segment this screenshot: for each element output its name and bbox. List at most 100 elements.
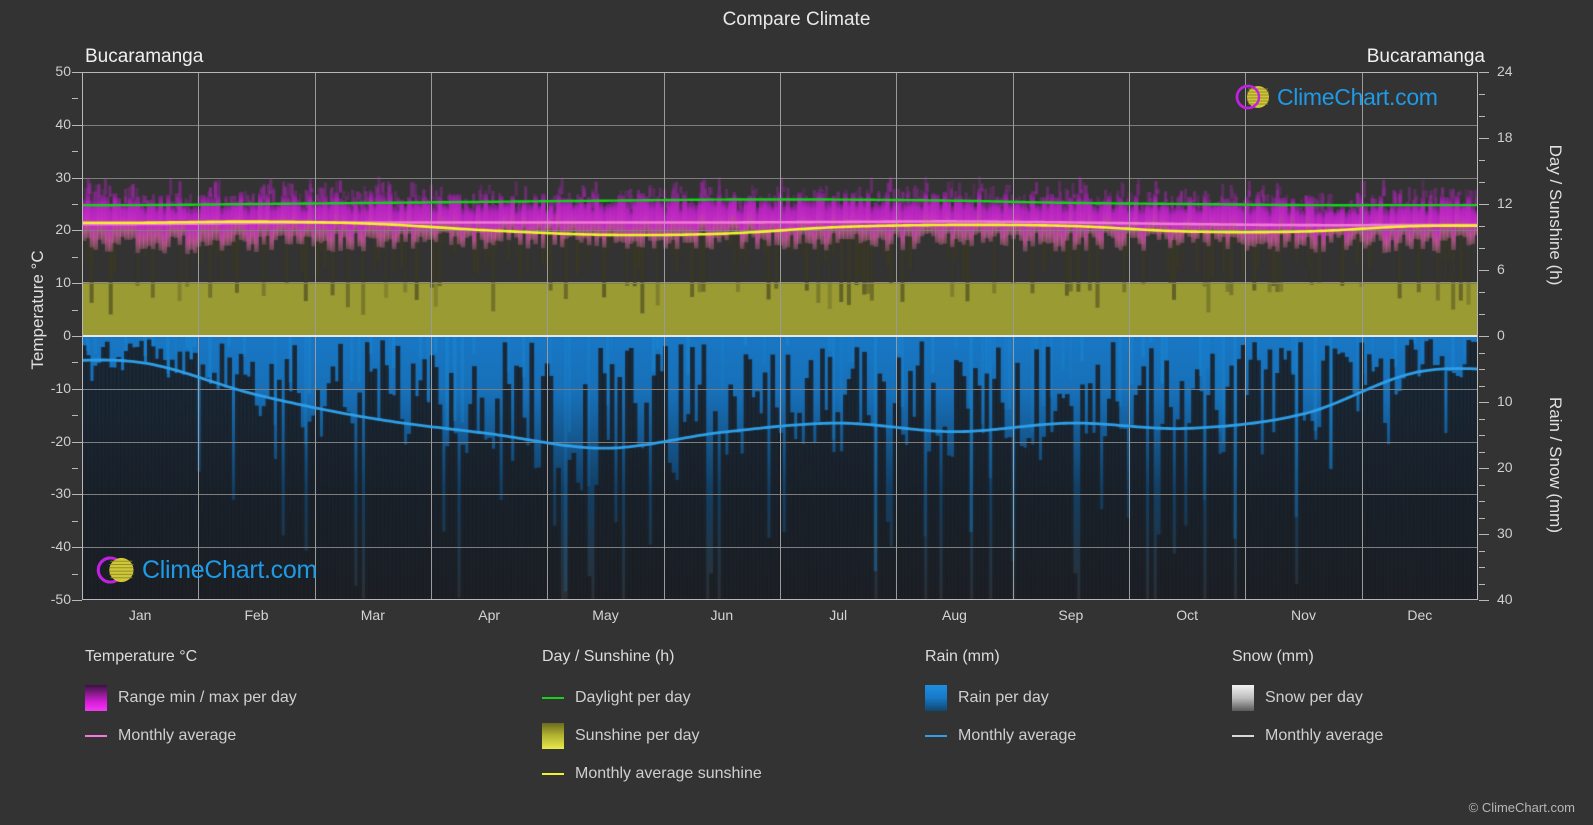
tick-mark-temperature (72, 204, 78, 205)
tick-mark-rain-snow (1479, 369, 1485, 370)
tick-mark-rain-snow (1479, 336, 1489, 337)
legend-swatch-icon (85, 685, 107, 711)
tick-mark-temperature (72, 600, 82, 601)
copyright-notice: © ClimeChart.com (1468, 800, 1575, 815)
tick-mark-temperature (72, 442, 82, 443)
tick-mark-temperature (72, 125, 82, 126)
tick-mark-day-sunshine (1479, 270, 1489, 271)
legend-group-title: Rain (mm) (925, 648, 1000, 665)
legend-item-label: Snow per day (1265, 689, 1363, 706)
tick-mark-temperature (72, 389, 82, 390)
legend-group-rain-mm: Rain (mm) Rain per day Monthly average (925, 648, 1076, 755)
series-lines (82, 72, 1478, 600)
tick-mark-day-sunshine (1479, 182, 1485, 183)
tick-label-rain-snow: 30 (1497, 525, 1513, 541)
legend-item-label: Monthly average (118, 727, 237, 744)
tick-label-day-sunshine: 12 (1497, 195, 1513, 211)
chart-legend: Temperature °C Range min / max per day Mon… (0, 648, 1593, 798)
tick-mark-rain-snow (1479, 419, 1485, 420)
tick-mark-rain-snow (1479, 468, 1489, 469)
month-label-jun: Jun (710, 607, 734, 623)
tick-mark-day-sunshine (1479, 138, 1489, 139)
tick-mark-rain-snow (1479, 518, 1485, 519)
legend-item[interactable]: Monthly average (1232, 717, 1383, 755)
legend-item-label: Sunshine per day (575, 727, 700, 744)
month-label-nov: Nov (1291, 607, 1316, 623)
tick-label-temperature: -30 (50, 485, 71, 502)
location-label-right: Bucaramanga (1366, 46, 1485, 67)
tick-mark-temperature (72, 494, 82, 495)
legend-item[interactable]: Snow per day (1232, 679, 1383, 717)
tick-mark-rain-snow (1479, 452, 1485, 453)
tick-mark-temperature (72, 72, 82, 73)
tick-label-temperature: -40 (50, 538, 71, 555)
legend-swatch-icon (542, 723, 564, 749)
month-label-jul: Jul (829, 607, 848, 623)
legend-item-label: Monthly average (958, 727, 1077, 744)
climechart-logo-icon (1235, 84, 1269, 110)
watermark-top: ClimeChart.com (1234, 79, 1438, 115)
legend-item[interactable]: Monthly average sunshine (542, 755, 762, 793)
tick-mark-temperature (72, 468, 78, 469)
legend-item[interactable]: Monthly average (925, 717, 1076, 755)
axis-title-temperature: Temperature °C (28, 250, 47, 370)
tick-mark-day-sunshine (1479, 116, 1485, 117)
legend-item-label: Range min / max per day (118, 689, 297, 706)
tick-label-temperature: -50 (50, 591, 71, 607)
tick-mark-rain-snow (1479, 584, 1485, 585)
tick-label-rain-snow: 10 (1497, 393, 1513, 409)
tick-mark-day-sunshine (1479, 94, 1485, 95)
tick-mark-rain-snow (1479, 435, 1485, 436)
legend-group-title: Day / Sunshine (h) (542, 648, 675, 665)
tick-mark-day-sunshine (1479, 204, 1489, 205)
legend-item[interactable]: Sunshine per day (542, 717, 762, 755)
tick-label-temperature: 30 (55, 168, 71, 185)
month-label-may: May (592, 607, 619, 623)
tick-label-temperature: 40 (55, 115, 71, 132)
tick-label-day-sunshine: 24 (1497, 63, 1513, 79)
month-label-oct: Oct (1176, 607, 1199, 623)
legend-group-snow-mm: Snow (mm) Snow per day Monthly average (1232, 648, 1383, 755)
tick-mark-temperature (72, 574, 78, 575)
tick-mark-rain-snow (1479, 551, 1485, 552)
tick-label-day-sunshine: 6 (1497, 261, 1505, 277)
legend-item-label: Monthly average (1265, 727, 1384, 744)
tick-mark-day-sunshine (1479, 226, 1485, 227)
legend-item[interactable]: Daylight per day (542, 679, 762, 717)
tick-mark-temperature (72, 283, 82, 284)
axis-title-rain-snow: Rain / Snow (mm) (1546, 396, 1565, 534)
legend-line-icon (542, 761, 564, 787)
tick-mark-day-sunshine (1479, 292, 1485, 293)
month-label-jan: Jan (128, 607, 152, 623)
legend-line-icon (85, 723, 107, 749)
tick-mark-temperature (72, 257, 78, 258)
watermark-text: ClimeChart.com (142, 555, 317, 584)
page-title: Compare Climate (722, 9, 871, 30)
legend-group-temperature-c: Temperature °C Range min / max per day Mon… (85, 648, 297, 755)
tick-mark-temperature (72, 547, 82, 548)
tick-label-temperature: -20 (50, 432, 71, 449)
watermark-bottom: ClimeChart.com (95, 550, 317, 590)
axis-title-day-sunshine: Day / Sunshine (h) (1546, 144, 1565, 286)
tick-mark-temperature (72, 98, 78, 99)
tick-label-rain-snow: 20 (1497, 459, 1513, 475)
tick-mark-temperature (72, 178, 82, 179)
tick-mark-day-sunshine (1479, 72, 1489, 73)
tick-label-temperature: 50 (55, 63, 71, 79)
tick-mark-rain-snow (1479, 386, 1485, 387)
tick-mark-day-sunshine (1479, 160, 1485, 161)
tick-mark-temperature (72, 521, 78, 522)
tick-mark-temperature (72, 310, 78, 311)
tick-mark-rain-snow (1479, 501, 1485, 502)
month-label-sep: Sep (1058, 607, 1084, 623)
legend-line-icon (1232, 723, 1254, 749)
legend-line-icon (925, 723, 947, 749)
month-label-apr: Apr (478, 607, 501, 623)
tick-mark-day-sunshine (1479, 314, 1485, 315)
legend-item[interactable]: Range min / max per day (85, 679, 297, 717)
month-label-aug: Aug (942, 607, 967, 623)
tick-mark-temperature (72, 230, 82, 231)
legend-item[interactable]: Rain per day (925, 679, 1076, 717)
tick-mark-rain-snow (1479, 534, 1489, 535)
legend-item[interactable]: Monthly average (85, 717, 297, 755)
